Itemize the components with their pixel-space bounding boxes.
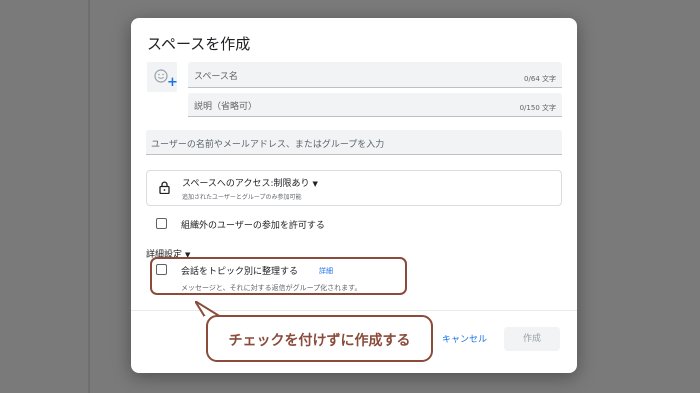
emoji-picker-button[interactable]: + xyxy=(147,62,178,92)
create-button[interactable]: 作成 xyxy=(504,327,560,351)
space-name-counter: 0/64 文字 xyxy=(524,75,556,83)
dialog-title: スペースを作成 xyxy=(147,35,251,53)
space-name-input[interactable]: スペース名 0/64 文字 xyxy=(188,62,562,88)
external-users-checkbox[interactable] xyxy=(156,218,167,229)
callout-text: チェックを付けずに作成する xyxy=(228,333,411,349)
background-divider xyxy=(88,0,90,393)
annotation-callout: チェックを付けずに作成する xyxy=(206,315,433,362)
lock-icon xyxy=(159,181,170,194)
topic-threads-checkbox[interactable] xyxy=(156,264,167,275)
create-space-dialog: スペースを作成 + スペース名 0/64 文字 説明（省略可） 0/150 文字… xyxy=(131,18,577,373)
cancel-button[interactable]: キャンセル xyxy=(442,332,487,345)
topic-threads-description: メッセージと、それに対する返信がグループ化されます。 xyxy=(181,284,362,292)
description-counter: 0/150 文字 xyxy=(519,104,556,112)
plus-icon: + xyxy=(167,75,178,90)
add-users-input[interactable]: ユーザーの名前やメールアドレス、またはグループを入力 xyxy=(146,130,562,155)
external-users-label: 組織外のユーザーの参加を許可する xyxy=(181,221,325,231)
space-name-placeholder: スペース名 xyxy=(194,72,238,82)
access-subtitle: 追加されたユーザーとグループのみ参加可能 xyxy=(182,194,302,201)
access-setting-dropdown[interactable]: スペースへのアクセス:制限あり ▼ 追加されたユーザーとグループのみ参加可能 xyxy=(146,170,562,206)
topic-threads-label: 会話をトピック別に整理する xyxy=(181,267,299,277)
description-input[interactable]: 説明（省略可） 0/150 文字 xyxy=(188,93,562,117)
description-placeholder: 説明（省略可） xyxy=(194,102,258,112)
emoji-add-icon xyxy=(154,69,168,83)
add-users-placeholder: ユーザーの名前やメールアドレス、またはグループを入力 xyxy=(151,140,385,150)
details-link[interactable]: 詳細 xyxy=(319,266,333,276)
access-title-text: スペースへのアクセス:制限あり xyxy=(182,179,310,189)
caret-down-icon: ▼ xyxy=(312,180,318,188)
access-title: スペースへのアクセス:制限あり ▼ xyxy=(182,176,318,189)
